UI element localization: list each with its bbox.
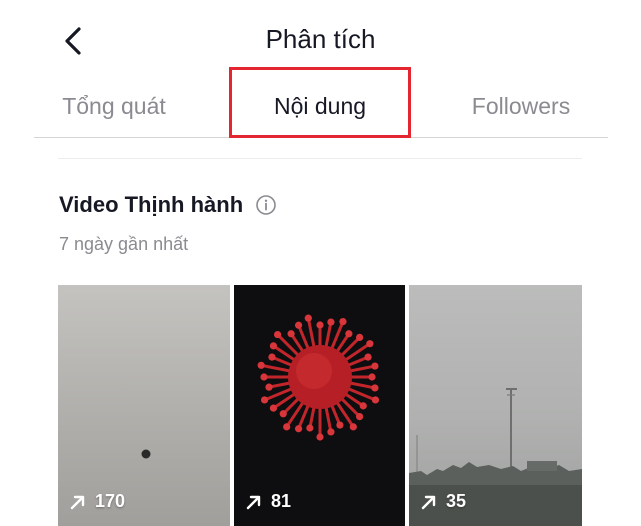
video-thumbnail[interactable]: 170	[58, 285, 230, 526]
tab-content[interactable]: Nội dung	[230, 76, 410, 136]
view-count-value: 81	[271, 491, 292, 511]
section-title: Video Thịnh hành	[59, 192, 277, 218]
view-count-value: 170	[95, 491, 126, 511]
page-title: Phân tích	[265, 24, 376, 54]
video-thumbnail[interactable]: 81	[234, 285, 405, 526]
info-icon[interactable]	[255, 194, 277, 216]
view-count: 35	[421, 491, 466, 512]
video-thumbnail[interactable]: 35	[409, 285, 582, 526]
view-count-value: 35	[446, 491, 467, 511]
divider	[58, 158, 582, 159]
view-count: 81	[246, 491, 291, 512]
view-count: 170	[70, 491, 125, 512]
tab-followers[interactable]: Followers	[434, 76, 608, 136]
back-button[interactable]	[56, 22, 90, 60]
trending-arrow-icon	[70, 495, 85, 509]
virus-image	[257, 314, 380, 441]
trending-arrow-icon	[246, 495, 261, 509]
section-title-text: Video Thịnh hành	[59, 192, 244, 217]
trending-arrow-icon	[421, 495, 436, 509]
header: Phân tích	[0, 0, 641, 82]
video-image	[409, 388, 582, 526]
chevron-left-icon	[65, 27, 81, 55]
tab-overview[interactable]: Tổng quát	[34, 76, 194, 136]
tab-bar: Tổng quát Nội dung Followers	[34, 76, 608, 138]
trending-videos: 170 81 35	[58, 285, 582, 526]
section-subtitle: 7 ngày gần nhất	[59, 234, 189, 254]
video-image	[141, 449, 151, 459]
